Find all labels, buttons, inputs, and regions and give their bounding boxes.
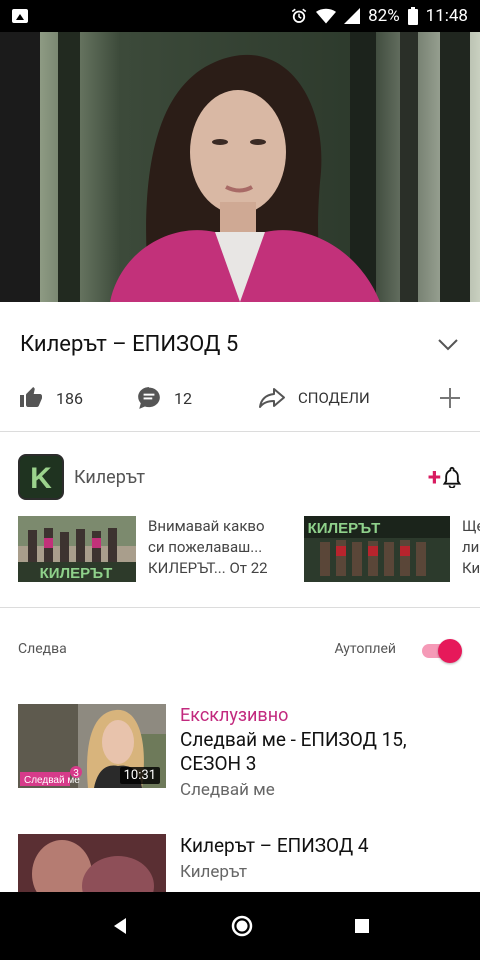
video-player[interactable]	[0, 32, 480, 302]
share-icon	[259, 388, 285, 408]
comment-count: 12	[174, 388, 192, 408]
subscribe-bell-button[interactable]: +	[428, 465, 462, 489]
exclusive-badge: Ексклузивно	[180, 705, 289, 726]
chevron-down-icon[interactable]	[436, 332, 460, 356]
comments-button[interactable]: 12	[136, 385, 258, 411]
related-videos-strip: КИЛЕРЪТ Внимавай какво си пожелаваш... К…	[0, 516, 480, 588]
recents-icon[interactable]	[354, 918, 370, 934]
divider	[0, 431, 480, 432]
item-channel: Килерът	[180, 862, 248, 882]
wifi-icon	[316, 8, 337, 24]
video-title-row[interactable]: Килерът – ЕПИЗОД 5	[0, 320, 480, 368]
video-title: Килерът – ЕПИЗОД 5	[20, 331, 239, 357]
channel-name: Килерът	[74, 466, 146, 488]
autoplay-toggle[interactable]	[422, 637, 462, 663]
related-title-line: си пожелаваш...	[148, 538, 263, 556]
divider	[0, 607, 480, 608]
related-meta: КИЛЕРЪТ... От 22	[148, 559, 268, 577]
duration-badge: 10:31	[119, 767, 160, 784]
screen: 82% 11:48 Килерът – ЕПИЗОД 5 186 12 СПОД…	[0, 0, 480, 960]
like-count: 186	[56, 388, 83, 408]
up-next-item[interactable]: Следвай ме 3 10:31 Ексклузивно Следвай м…	[0, 704, 480, 802]
item-title-line: Следвай ме - ЕПИЗОД 15,	[180, 728, 407, 751]
channel-logo[interactable]: K	[18, 454, 64, 500]
battery-icon	[407, 7, 418, 25]
toggle-knob	[438, 639, 462, 663]
related-thumbnail[interactable]: КИЛЕРЪТ	[304, 516, 450, 582]
svg-text:КИЛЕРЪТ: КИЛЕРЪТ	[40, 565, 113, 582]
plus-icon: +	[427, 463, 441, 491]
related-video-card[interactable]: КИЛЕРЪТ Внимавай какво си пожелаваш... К…	[18, 516, 268, 582]
navigation-bar	[0, 892, 480, 960]
battery-percent: 82%	[368, 6, 400, 26]
svg-text:K: K	[30, 462, 52, 495]
svg-text:Следвай ме: Следвай ме	[24, 775, 80, 786]
item-title-line: СЕЗОН 3	[180, 752, 257, 775]
related-title-line: ли д	[462, 538, 480, 556]
thumbs-up-icon	[20, 387, 42, 407]
like-button[interactable]: 186	[18, 386, 136, 410]
status-bar: 82% 11:48	[0, 0, 480, 32]
alarm-icon	[291, 8, 307, 23]
up-next-label: Следва	[18, 641, 67, 657]
clock: 11:48	[425, 6, 468, 26]
image-icon	[12, 9, 28, 23]
svg-text:КИЛЕРЪТ: КИЛЕРЪТ	[308, 520, 381, 537]
svg-text:3: 3	[73, 768, 79, 779]
video-thumbnail[interactable]: Следвай ме 3 10:31	[18, 704, 166, 788]
related-video-card[interactable]: КИЛЕРЪТ Ще ли д Кил	[304, 516, 480, 582]
signal-icon	[344, 8, 361, 24]
related-thumbnail[interactable]: КИЛЕРЪТ	[18, 516, 136, 582]
related-meta: Кил	[462, 559, 480, 577]
item-title-line: Килерът – ЕПИЗОД 4	[180, 834, 369, 857]
video-frame	[0, 32, 480, 302]
item-channel: Следвай ме	[180, 780, 275, 800]
share-label: СПОДЕЛИ	[298, 389, 370, 407]
up-next-header: Следва Аутоплей	[0, 632, 480, 666]
home-icon[interactable]	[230, 914, 254, 938]
bell-icon	[442, 466, 462, 488]
channel-row[interactable]: K Килерът +	[0, 452, 480, 502]
add-icon[interactable]	[438, 386, 462, 410]
back-icon[interactable]	[110, 916, 130, 936]
share-button[interactable]: СПОДЕЛИ	[258, 387, 434, 409]
related-title-line: Ще	[462, 517, 480, 535]
comment-icon	[138, 387, 160, 409]
autoplay-label: Аутоплей	[334, 641, 396, 657]
related-title-line: Внимавай какво	[148, 517, 265, 535]
video-actions: 186 12 СПОДЕЛИ	[0, 374, 480, 422]
